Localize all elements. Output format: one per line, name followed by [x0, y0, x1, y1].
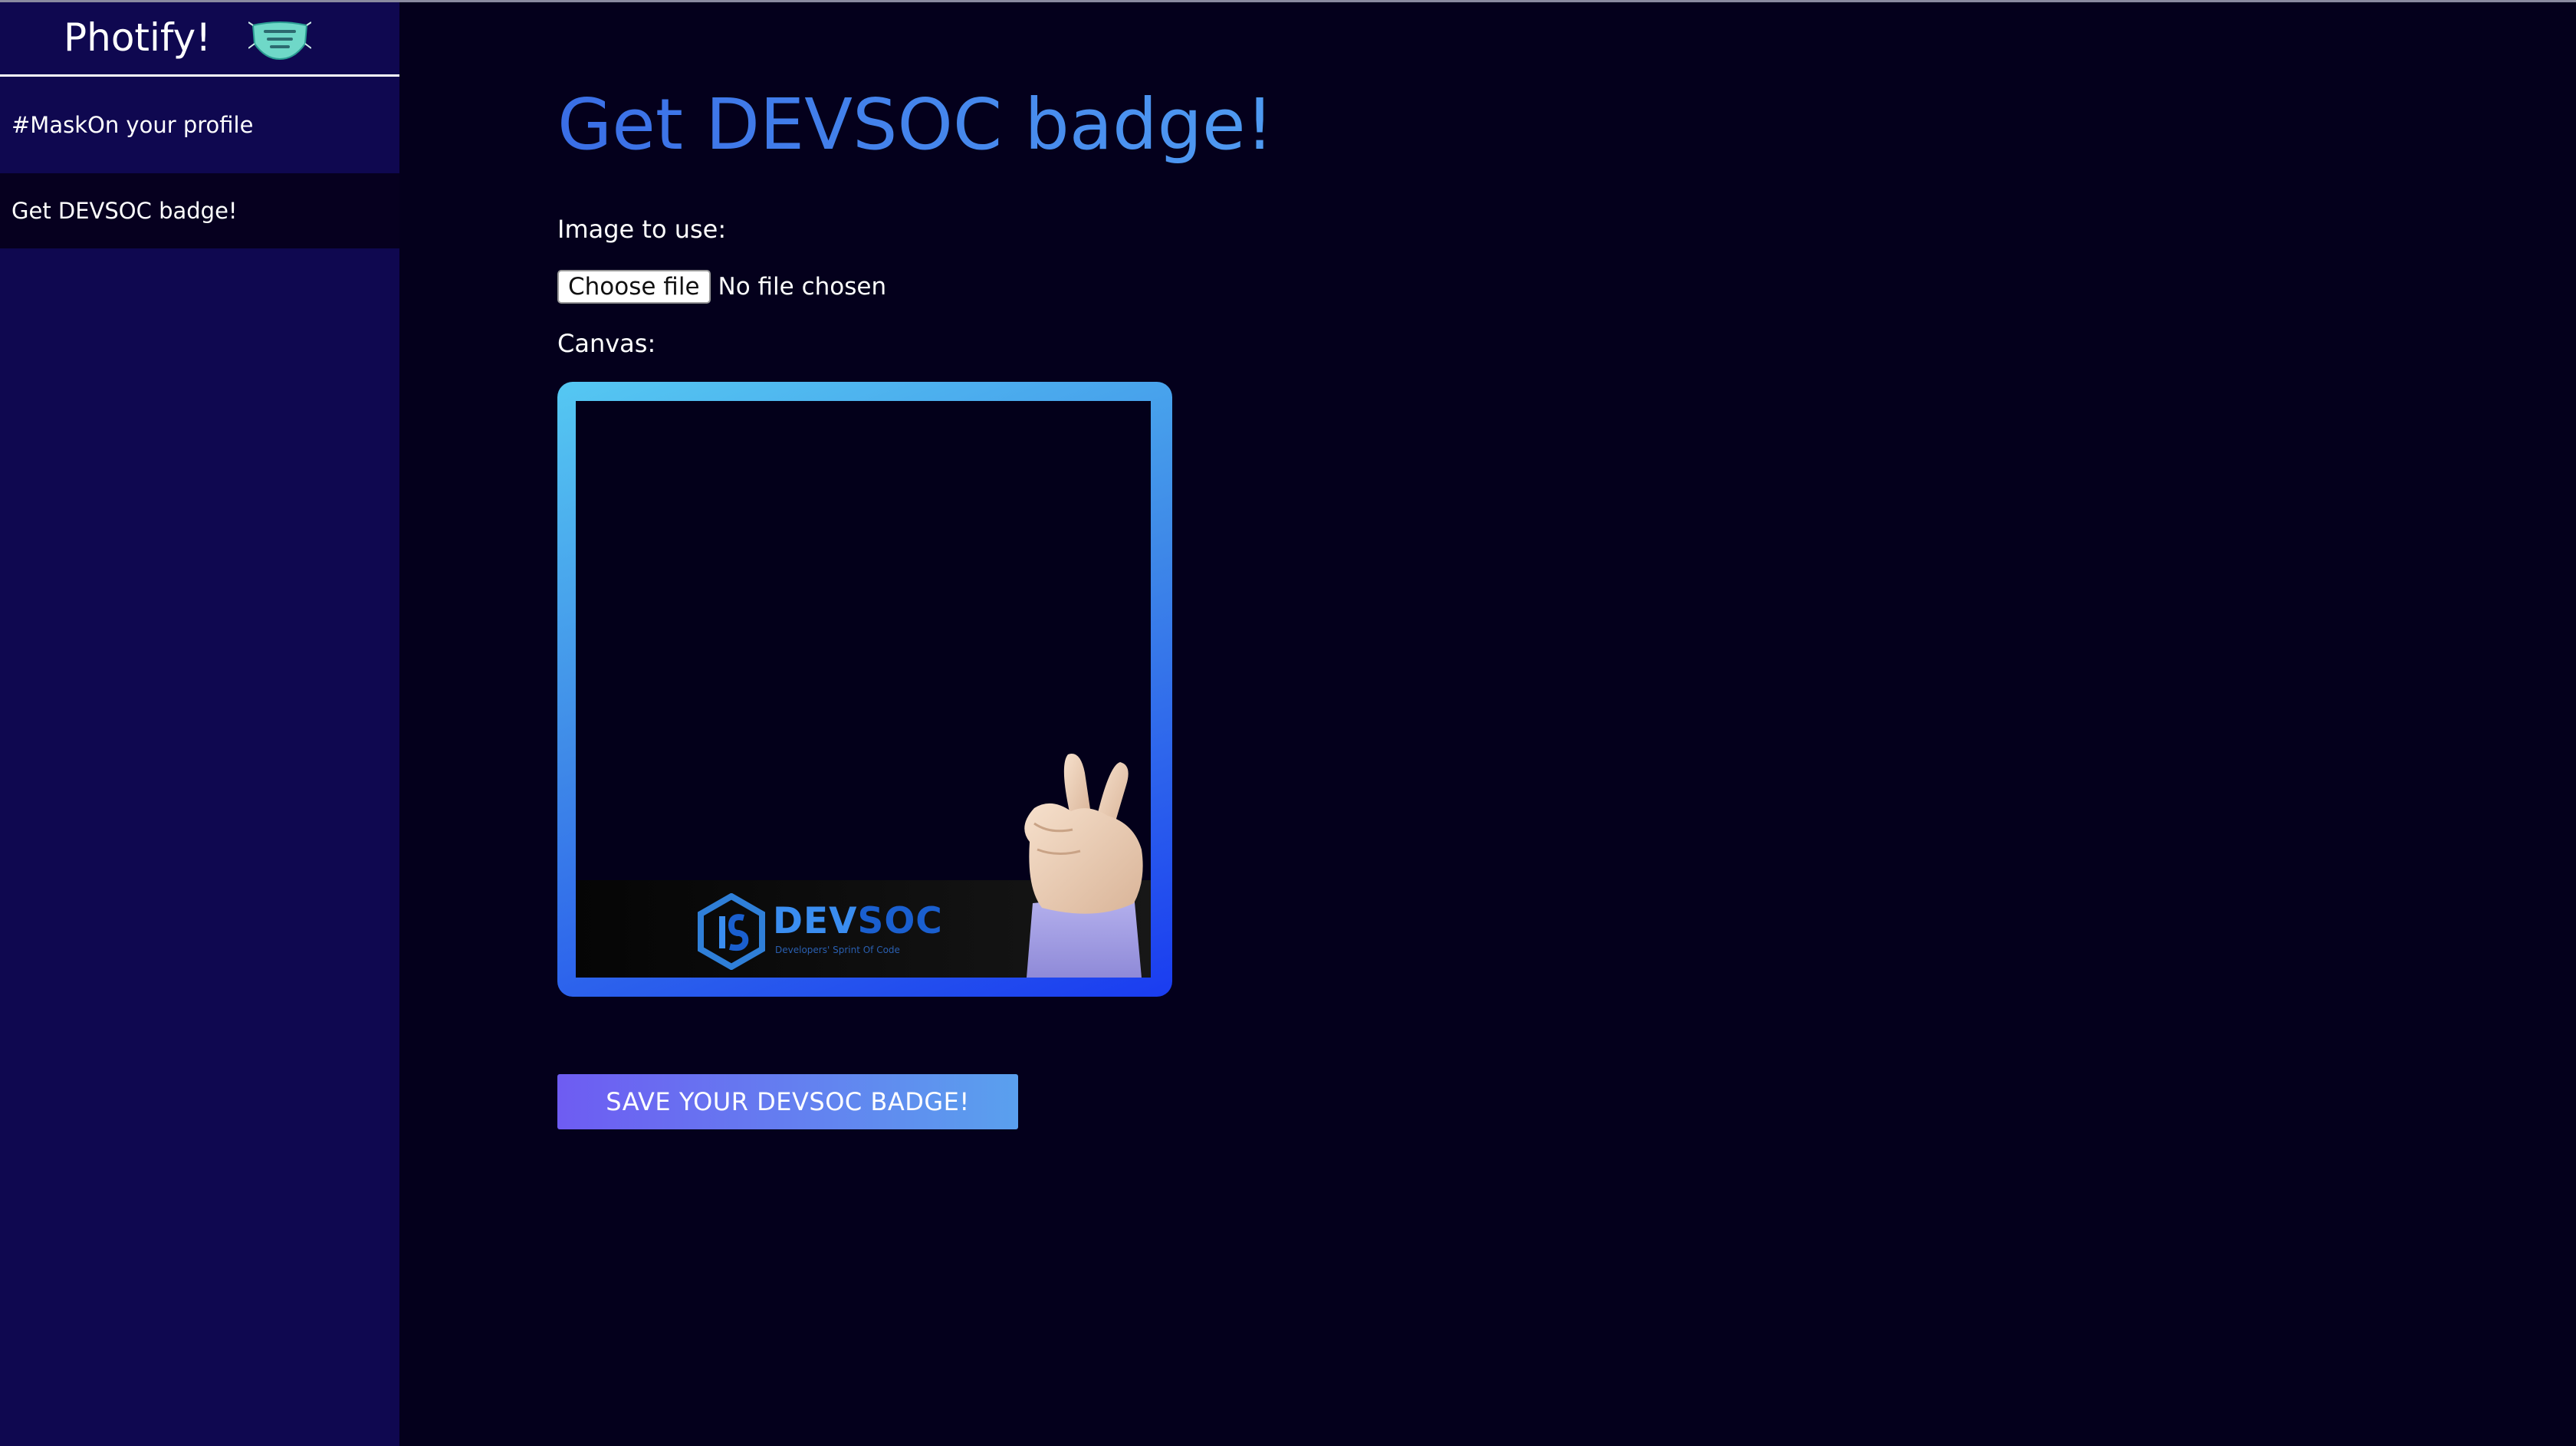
sidebar-item-mask-on[interactable]: #MaskOn your profile	[0, 77, 399, 173]
canvas-area: DEVSOC Developers' Sprint Of Code	[576, 401, 1151, 978]
canvas-label: Canvas:	[557, 329, 656, 358]
devsoc-wordmark-part: DEV	[773, 900, 858, 942]
sidebar-item-label: Get DEVSOC badge!	[12, 198, 238, 224]
file-status: No file chosen	[718, 273, 887, 301]
image-label: Image to use:	[557, 215, 727, 244]
sidebar-item-label: #MaskOn your profile	[12, 112, 254, 138]
file-input: Choose file No file chosen	[557, 270, 886, 304]
sidebar: Photify! #MaskOn your profile Get DEVSOC…	[0, 2, 399, 1446]
brand-title: Photify!	[64, 15, 212, 60]
devsoc-wordmark-part: SOC	[857, 900, 943, 942]
page-title: Get DEVSOC badge!	[557, 79, 1273, 171]
app-window: Photify! #MaskOn your profile Get DEVSOC…	[0, 0, 2576, 1446]
badge-canvas: DEVSOC Developers' Sprint Of Code	[557, 382, 1172, 997]
devsoc-wordmark: DEVSOC	[773, 902, 943, 942]
main-content: Get DEVSOC badge! Image to use: Choose f…	[399, 2, 2576, 1446]
save-badge-button[interactable]: SAVE YOUR DEVSOC BADGE!	[557, 1074, 1018, 1129]
devsoc-hexagon-icon	[698, 893, 765, 970]
peace-hand-icon	[1024, 754, 1143, 978]
sidebar-brand: Photify!	[0, 2, 399, 77]
mask-icon	[248, 21, 311, 61]
choose-file-button[interactable]: Choose file	[557, 270, 711, 304]
sidebar-item-devsoc-badge[interactable]: Get DEVSOC badge!	[0, 173, 399, 248]
devsoc-tagline: Developers' Sprint Of Code	[775, 945, 900, 955]
